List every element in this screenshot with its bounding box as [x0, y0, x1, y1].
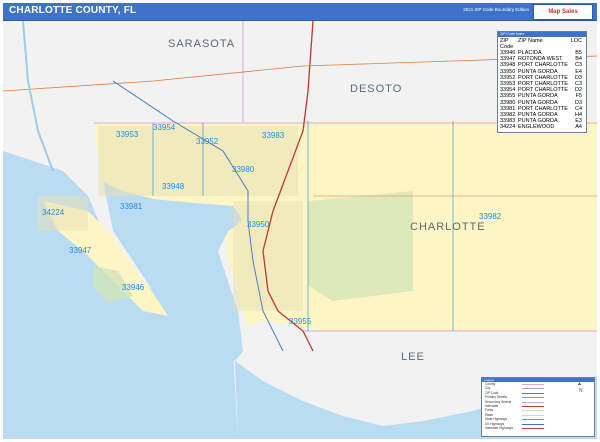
zip-label-33955: 33955 — [289, 317, 312, 326]
zip-header-loc: LOC — [570, 38, 582, 44]
zip-index-header: ZIP Code ZIP Name LOC — [498, 37, 586, 50]
legend-item-label: State Highways — [485, 417, 508, 422]
legend-swatch — [522, 397, 544, 399]
zip-label-33982: 33982 — [479, 212, 502, 221]
legend-item-label: County — [485, 382, 496, 386]
zip-label-33946: 33946 — [122, 283, 145, 292]
legend-item-label: US Highways — [485, 421, 505, 426]
legend-swatch — [522, 410, 544, 412]
legend-swatch — [522, 414, 544, 416]
edition-label: 2021 ZIP Code Boundary Edition — [463, 7, 529, 12]
county-label-sarasota: SARASOTA — [168, 38, 236, 50]
county-label-charlotte: CHARLOTTE — [410, 221, 486, 233]
zip-row-code: 34224 — [500, 124, 516, 131]
map-area: SARASOTA DESOTO CHARLOTTE LEE 33953 3395… — [3, 21, 597, 439]
zip-label-34224: 34224 — [42, 208, 65, 217]
urban-punta-gorda — [233, 201, 303, 311]
zip-header-code: ZIP Code — [500, 38, 514, 50]
legend-item-label: Primary Streets — [485, 395, 507, 400]
legend-item: Interstate Highways — [482, 426, 594, 430]
legend-swatch — [522, 423, 544, 425]
legend-swatch — [522, 388, 544, 390]
map-title: CHARLOTTE COUNTY, FL — [9, 5, 137, 16]
legend-item-label: Water — [485, 412, 494, 417]
park-area — [308, 191, 413, 301]
zip-row: 34224 ENGLEWOOD A4 — [498, 124, 586, 130]
zip-index-panel: ZIP Code Index ZIP Code ZIP Name LOC 339… — [497, 31, 587, 133]
zip-label-33952: 33952 — [196, 137, 219, 146]
zip-label-33947: 33947 — [69, 246, 92, 255]
legend-swatch — [522, 427, 544, 429]
legend-swatch — [522, 384, 544, 385]
zip-label-33954: 33954 — [153, 123, 176, 132]
zip-row-name: ENGLEWOOD — [518, 124, 555, 131]
legend-swatch — [522, 392, 544, 394]
legend-item-label: Secondary Streets — [485, 399, 512, 404]
legend-item-label: Interstate Highways — [485, 425, 513, 430]
zip-label-33953: 33953 — [116, 130, 139, 139]
map-frame: CHARLOTTE COUNTY, FL 2021 ZIP Code Bound… — [0, 0, 600, 442]
zip-label-33948: 33948 — [162, 182, 185, 191]
north-arrow-icon: ▲ — [577, 381, 582, 387]
zip-label-33981: 33981 — [120, 202, 143, 211]
zip-label-33983: 33983 — [262, 131, 285, 140]
title-bar: CHARLOTTE COUNTY, FL 2021 ZIP Code Bound… — [3, 3, 597, 21]
north-label: N — [579, 388, 583, 394]
legend-item-label: Parks — [485, 408, 494, 413]
legend-item-label: ZIP Code — [485, 390, 499, 395]
legend-swatch — [522, 419, 544, 421]
legend-swatch — [522, 405, 544, 407]
zip-header-name: ZIP Name — [518, 38, 543, 44]
county-label-lee: LEE — [401, 351, 425, 363]
brand-logo: Map Sales — [533, 4, 593, 20]
county-label-desoto: DESOTO — [350, 83, 403, 95]
legend-item-label: Interstate — [485, 403, 499, 408]
zip-label-33980: 33980 — [232, 165, 255, 174]
legend-item-label: City — [485, 386, 491, 391]
legend-swatch — [522, 401, 544, 403]
zip-label-33950: 33950 — [247, 220, 270, 229]
zip-row-loc: A4 — [575, 124, 582, 131]
